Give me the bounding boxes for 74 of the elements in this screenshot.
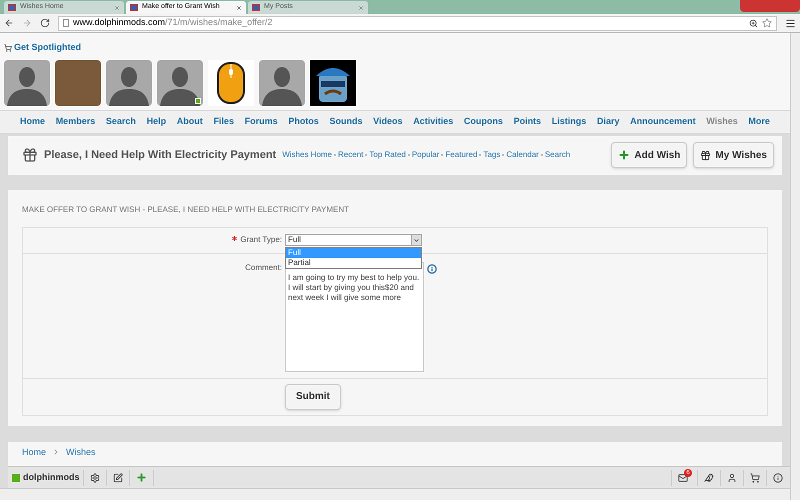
field-label: Grant Type: <box>240 234 282 246</box>
header-link[interactable]: Popular <box>412 149 440 161</box>
header-link[interactable]: Recent <box>338 149 364 161</box>
dropdown-option[interactable]: Full <box>286 248 421 258</box>
nav-link[interactable]: About <box>176 114 203 128</box>
address-field[interactable]: www.dolphinmods.com/71/m/wishes/make_offer/2 <box>58 16 777 30</box>
header-link[interactable]: Top Rated <box>369 149 406 161</box>
nav-link[interactable]: Photos <box>288 114 319 128</box>
gift-icon <box>22 147 38 163</box>
close-icon[interactable] <box>236 4 242 10</box>
gift-icon <box>700 150 712 160</box>
nav-link[interactable]: Files <box>213 114 234 128</box>
nav-link[interactable]: Help <box>146 114 166 128</box>
menu-icon[interactable] <box>785 18 796 28</box>
header-link[interactable]: Wishes Home <box>282 149 332 161</box>
nav-link[interactable]: Members <box>56 114 96 128</box>
grant-type-select[interactable]: Full <box>285 234 422 246</box>
nav-link[interactable]: Home <box>20 114 46 128</box>
nav-link[interactable]: Videos <box>373 114 403 128</box>
tab-favicon-icon <box>8 4 16 11</box>
plus-icon <box>618 149 630 161</box>
cart-icon <box>4 44 12 52</box>
site-status-icon <box>12 474 20 482</box>
spotlight-link[interactable]: Get Spotlighted <box>14 41 81 54</box>
nav-link[interactable]: Announcement <box>630 114 696 128</box>
nav-link[interactable]: Wishes <box>706 114 738 128</box>
url-domain: www.dolphinmods.com <box>73 16 166 30</box>
add-wish-button[interactable]: Add Wish <box>611 142 688 168</box>
cartoon-face-drawing[interactable] <box>310 60 356 106</box>
header-link[interactable]: Calendar <box>506 149 539 161</box>
settings-icon[interactable] <box>90 472 100 482</box>
mail-icon[interactable] <box>678 472 688 482</box>
form-heading: MAKE OFFER TO GRANT WISH - PLEASE, I NEED HELP WITH ELECTRICITY PAYMENT <box>22 204 350 216</box>
nav-link[interactable]: More <box>748 114 770 128</box>
star-icon[interactable] <box>762 18 772 28</box>
vertical-scrollbar[interactable] <box>790 33 800 500</box>
user-icon[interactable] <box>727 472 737 482</box>
header-link[interactable]: Featured <box>445 149 478 161</box>
horizontal-scrollbar[interactable] <box>0 488 790 500</box>
nav-link[interactable]: Forums <box>244 114 278 128</box>
tab-favicon-icon <box>252 4 260 11</box>
field-label: Comment: <box>245 262 282 274</box>
header-link[interactable]: Search <box>544 149 570 161</box>
plus-icon[interactable] <box>136 472 146 483</box>
info-icon[interactable] <box>427 264 437 274</box>
header-link[interactable]: Tags <box>483 149 500 161</box>
breadcrumb-link[interactable]: Home <box>22 446 46 459</box>
nav-link[interactable]: Coupons <box>464 114 503 128</box>
page-icon <box>63 19 69 27</box>
edit-icon[interactable] <box>112 472 122 482</box>
reload-icon[interactable] <box>40 18 50 28</box>
nav-link[interactable]: Sounds <box>329 114 362 128</box>
submit-button[interactable]: Submit <box>285 384 341 410</box>
bird-icon[interactable] <box>704 472 714 482</box>
nav-link[interactable]: Activities <box>413 114 454 128</box>
tab-favicon-icon <box>130 4 138 11</box>
wish-title: Please, I Need Help With Electricity Payment <box>44 148 276 163</box>
breadcrumb-link[interactable]: Wishes <box>66 446 96 459</box>
avatar-silhouette[interactable] <box>106 60 152 106</box>
computer-mouse-icon[interactable] <box>208 60 254 106</box>
url-path: /71/m/wishes/make_offer/2 <box>165 16 272 30</box>
back-icon[interactable] <box>4 18 14 28</box>
info-icon[interactable] <box>773 472 783 482</box>
cart-icon[interactable] <box>750 472 760 482</box>
zoom-icon[interactable] <box>749 18 758 28</box>
nav-link[interactable]: Search <box>106 114 136 128</box>
nav-link[interactable]: Listings <box>552 114 586 128</box>
site-name[interactable]: dolphinmods <box>23 470 80 484</box>
nav-link[interactable]: Points <box>514 114 542 128</box>
nav-link[interactable]: Diary <box>596 114 620 128</box>
avatar-silhouette[interactable] <box>259 60 305 106</box>
my-wishes-button[interactable]: My Wishes <box>693 142 774 168</box>
avatar-silhouette[interactable] <box>4 60 50 106</box>
avatar-silhouette[interactable] <box>157 60 203 106</box>
